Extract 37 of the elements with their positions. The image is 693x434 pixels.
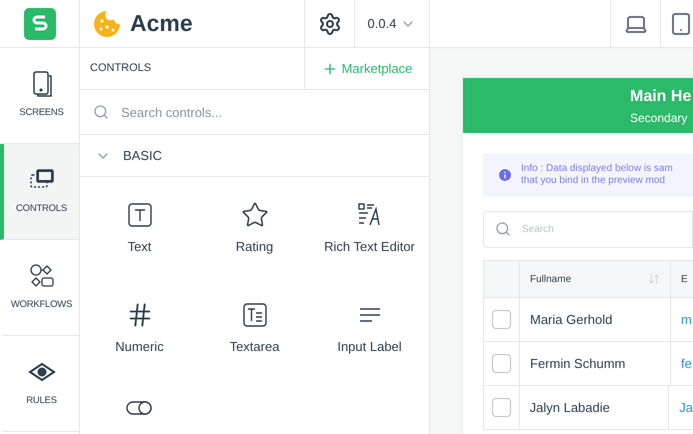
table-cell-text: Maria Gerhold	[530, 310, 612, 329]
row-checkbox[interactable]	[492, 398, 511, 417]
column-header[interactable]: E	[671, 261, 693, 297]
control-tile[interactable]: Rich Text Editor	[312, 201, 427, 256]
tablet-view-button[interactable]	[660, 0, 693, 47]
rail-tab[interactable]: CONTROLS	[0, 144, 79, 240]
text-icon	[126, 201, 154, 229]
preview-header: Main He Secondary	[463, 78, 693, 133]
info-icon	[497, 167, 513, 183]
table-search-field[interactable]: Search	[483, 211, 693, 248]
star-icon	[240, 201, 268, 229]
control-tile[interactable]: Rating	[197, 201, 312, 256]
search-icon	[93, 104, 109, 120]
plus-icon	[322, 60, 338, 76]
table-cell-text: Jalyn Labadie	[530, 398, 610, 417]
control-tile[interactable]: Numeric	[82, 300, 197, 356]
info-banner: Info : Data displayed below is sam that you bind in the preview mod	[483, 153, 693, 197]
row-checkbox[interactable]	[492, 354, 511, 373]
app-logo-icon	[24, 8, 56, 40]
version-dropdown[interactable]: 0.0.4	[355, 0, 430, 47]
control-tile[interactable]: Input Label	[312, 300, 427, 356]
sort-icon	[648, 273, 660, 285]
table-cell-text: Fermin Schumm	[530, 354, 626, 373]
tablet-icon	[669, 12, 693, 36]
panel-title: CONTROLS	[89, 61, 152, 76]
section-header[interactable]: BASIC	[80, 135, 429, 177]
column-header[interactable]: Fullname	[520, 261, 671, 297]
cookie-icon	[92, 8, 122, 38]
textarea-icon	[240, 300, 268, 328]
settings-icon	[318, 12, 342, 36]
search-controls-field[interactable]: Search controls...	[80, 90, 429, 134]
row-checkbox[interactable]	[492, 310, 511, 329]
search-icon	[495, 221, 511, 237]
brand-name: Acme	[130, 9, 193, 38]
toggle-icon	[126, 400, 154, 416]
control-tile[interactable]: Text	[82, 201, 197, 256]
control-tile[interactable]: Textarea	[197, 300, 312, 356]
